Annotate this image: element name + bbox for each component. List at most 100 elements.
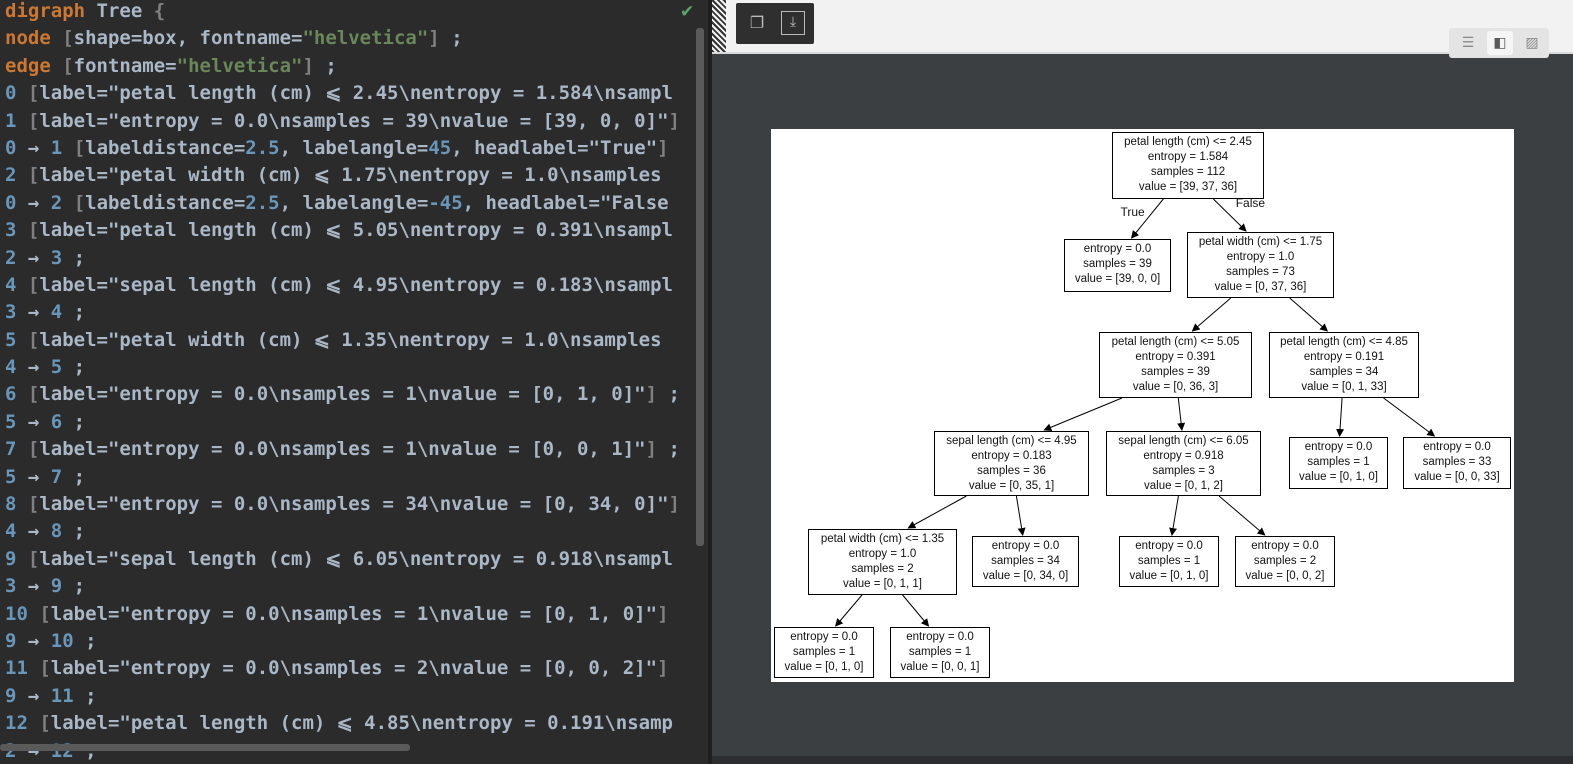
- node-text-line: samples = 36: [977, 465, 1046, 477]
- code-token: label="entropy = 0.0\nsamples = 39\nvalu…: [39, 109, 669, 132]
- node-text-line: samples = 1: [908, 646, 972, 658]
- code-token: [: [27, 82, 40, 105]
- code-token: , headlabel="False: [462, 191, 669, 214]
- code-line[interactable]: 2 [label="petal width (cm) ⩽ 1.75\nentro…: [5, 164, 680, 191]
- node-text-line: value = [0, 1, 1]: [843, 578, 922, 590]
- code-token: ;: [657, 383, 680, 406]
- preview-only-icon[interactable]: ▨: [1519, 31, 1545, 55]
- code-line[interactable]: 8 [label="entropy = 0.0\nsamples = 34\nv…: [5, 493, 680, 520]
- vertical-scrollbar[interactable]: [696, 28, 704, 546]
- tree-edge: [1015, 495, 1026, 536]
- node-text-line: samples = 73: [1226, 266, 1295, 278]
- code-token: , labelangle=: [279, 136, 429, 159]
- code-token: label="entropy = 0.0\nsamples = 34\nvalu…: [39, 493, 669, 516]
- code-line[interactable]: 9 [label="sepal length (cm) ⩽ 6.05\nentr…: [5, 548, 680, 575]
- code-token: 2.5: [245, 136, 280, 159]
- export-icon[interactable]: ⤓: [781, 11, 805, 35]
- preview-toolbar: [712, 0, 1573, 54]
- code-token: [: [62, 54, 74, 77]
- node-text-line: samples = 34: [1309, 366, 1379, 378]
- code-line[interactable]: 10 [label="entropy = 0.0\nsamples = 1\nv…: [5, 603, 680, 630]
- code-token: [: [73, 136, 86, 159]
- code-line[interactable]: 3 [label="petal length (cm) ⩽ 5.05\nentr…: [5, 219, 680, 246]
- code-line[interactable]: 4 [label="sepal length (cm) ⩽ 4.95\nentr…: [5, 274, 680, 301]
- node-text-line: samples = 34: [991, 555, 1060, 567]
- code-line[interactable]: digraph Tree {: [5, 0, 680, 27]
- code-token: ]: [668, 109, 680, 132]
- code-line[interactable]: 0 → 2 [labeldistance=2.5, labelangle=-45…: [5, 192, 680, 219]
- code-line[interactable]: 12 [label="petal length (cm) ⩽ 4.85\nent…: [5, 712, 680, 739]
- code-line[interactable]: 6 [label="entropy = 0.0\nsamples = 1\nva…: [5, 383, 680, 410]
- code-line[interactable]: 5 → 6 ;: [5, 411, 680, 438]
- node-text-line: value = [0, 0, 33]: [1414, 471, 1500, 483]
- code-line[interactable]: 5 [label="petal width (cm) ⩽ 1.35\nentro…: [5, 329, 680, 356]
- code-token: [: [39, 712, 51, 735]
- code-line[interactable]: 9 → 11 ;: [5, 685, 680, 712]
- code-token: 10: [5, 602, 28, 625]
- code-token: label="entropy = 0.0\nsamples = 1\nvalue…: [39, 438, 646, 461]
- code-token: label="petal length (cm) ⩽ 5.05\nentropy…: [39, 219, 673, 242]
- editor-only-icon[interactable]: ☰: [1455, 31, 1481, 55]
- tree-node-n4: sepal length (cm) <= 4.95 entropy = 0.183…: [934, 431, 1089, 496]
- split-view-icon[interactable]: ◧: [1487, 31, 1513, 55]
- code-line[interactable]: 1 [label="entropy = 0.0\nsamples = 39\nv…: [5, 110, 680, 137]
- node-text-line: value = [39, 0, 0]: [1074, 273, 1161, 285]
- code-token: →: [16, 520, 51, 543]
- code-line[interactable]: node [shape=box, fontname="helvetica"] ;: [5, 27, 680, 54]
- code-line[interactable]: 0 [label="petal length (cm) ⩽ 2.45\nentr…: [5, 82, 680, 109]
- code-token: label="petal length (cm) ⩽ 2.45\nentropy…: [39, 82, 673, 105]
- toolbar-grip[interactable]: [712, 0, 726, 52]
- code-line[interactable]: 11 [label="entropy = 0.0\nsamples = 2\nv…: [5, 657, 680, 684]
- code-token: 0: [5, 136, 17, 159]
- code-token: 9: [5, 547, 17, 570]
- code-token: 4: [5, 520, 17, 543]
- node-text-line: samples = 39: [1083, 258, 1152, 270]
- code-token: labeldistance=: [85, 136, 246, 159]
- node-text-line: samples = 3: [1152, 465, 1215, 477]
- code-token: ;: [73, 684, 97, 707]
- code-line[interactable]: 4 → 8 ;: [5, 520, 680, 547]
- code-line[interactable]: 2 → 3 ;: [5, 247, 680, 274]
- code-token: [: [73, 191, 86, 214]
- code-token: 5: [5, 410, 17, 433]
- code-line[interactable]: 0 → 1 [labeldistance=2.5, labelangle=45,…: [5, 137, 680, 164]
- node-text-line: petal width (cm) <= 1.75: [1198, 236, 1323, 248]
- code-token: →: [16, 410, 51, 433]
- copy-icon[interactable]: ❐: [745, 11, 769, 35]
- code-line[interactable]: 4 → 5 ;: [5, 356, 680, 383]
- tree-edge: [1169, 495, 1179, 536]
- code-token: ;: [62, 520, 86, 543]
- code-token: digraph: [5, 0, 86, 22]
- tree-node-n14: entropy = 0.0 samples = 33 value = [0, 0, …: [1403, 437, 1511, 489]
- code-token: ]: [428, 27, 440, 50]
- code-token: [: [27, 438, 40, 461]
- node-text-line: value = [0, 0, 1]: [900, 661, 980, 673]
- tree-edge: [1177, 397, 1186, 431]
- code-token: label="entropy = 0.0\nsamples = 2\nvalue…: [50, 657, 658, 680]
- node-text-line: sepal length (cm) <= 6.05: [1118, 435, 1249, 447]
- status-strip: [712, 756, 1573, 764]
- node-text-line: samples = 1: [1307, 456, 1370, 468]
- node-text-line: petal length (cm) <= 4.85: [1280, 336, 1408, 348]
- code-token: "helvetica": [302, 27, 429, 50]
- code-token: 9: [50, 575, 63, 598]
- code-line[interactable]: 5 → 7 ;: [5, 466, 680, 493]
- code-editor[interactable]: digraph Tree {node [shape=box, fontname=…: [0, 0, 708, 764]
- horizontal-scrollbar[interactable]: [0, 744, 410, 751]
- code-line[interactable]: 7 [label="entropy = 0.0\nsamples = 1\nva…: [5, 438, 680, 465]
- code-line[interactable]: 9 → 10 ;: [5, 630, 680, 657]
- code-token: ;: [439, 27, 463, 50]
- code-line[interactable]: edge [fontname="helvetica"] ;: [5, 55, 680, 82]
- code-token: fontname=: [73, 54, 177, 77]
- tree-edge: [1383, 397, 1436, 437]
- code-token: 2: [5, 164, 17, 187]
- code-line[interactable]: 3 → 4 ;: [5, 301, 680, 328]
- code-line[interactable]: 3 → 9 ;: [5, 575, 680, 602]
- code-text[interactable]: digraph Tree {node [shape=box, fontname=…: [5, 0, 680, 764]
- node-text-line: samples = 39: [1141, 366, 1210, 378]
